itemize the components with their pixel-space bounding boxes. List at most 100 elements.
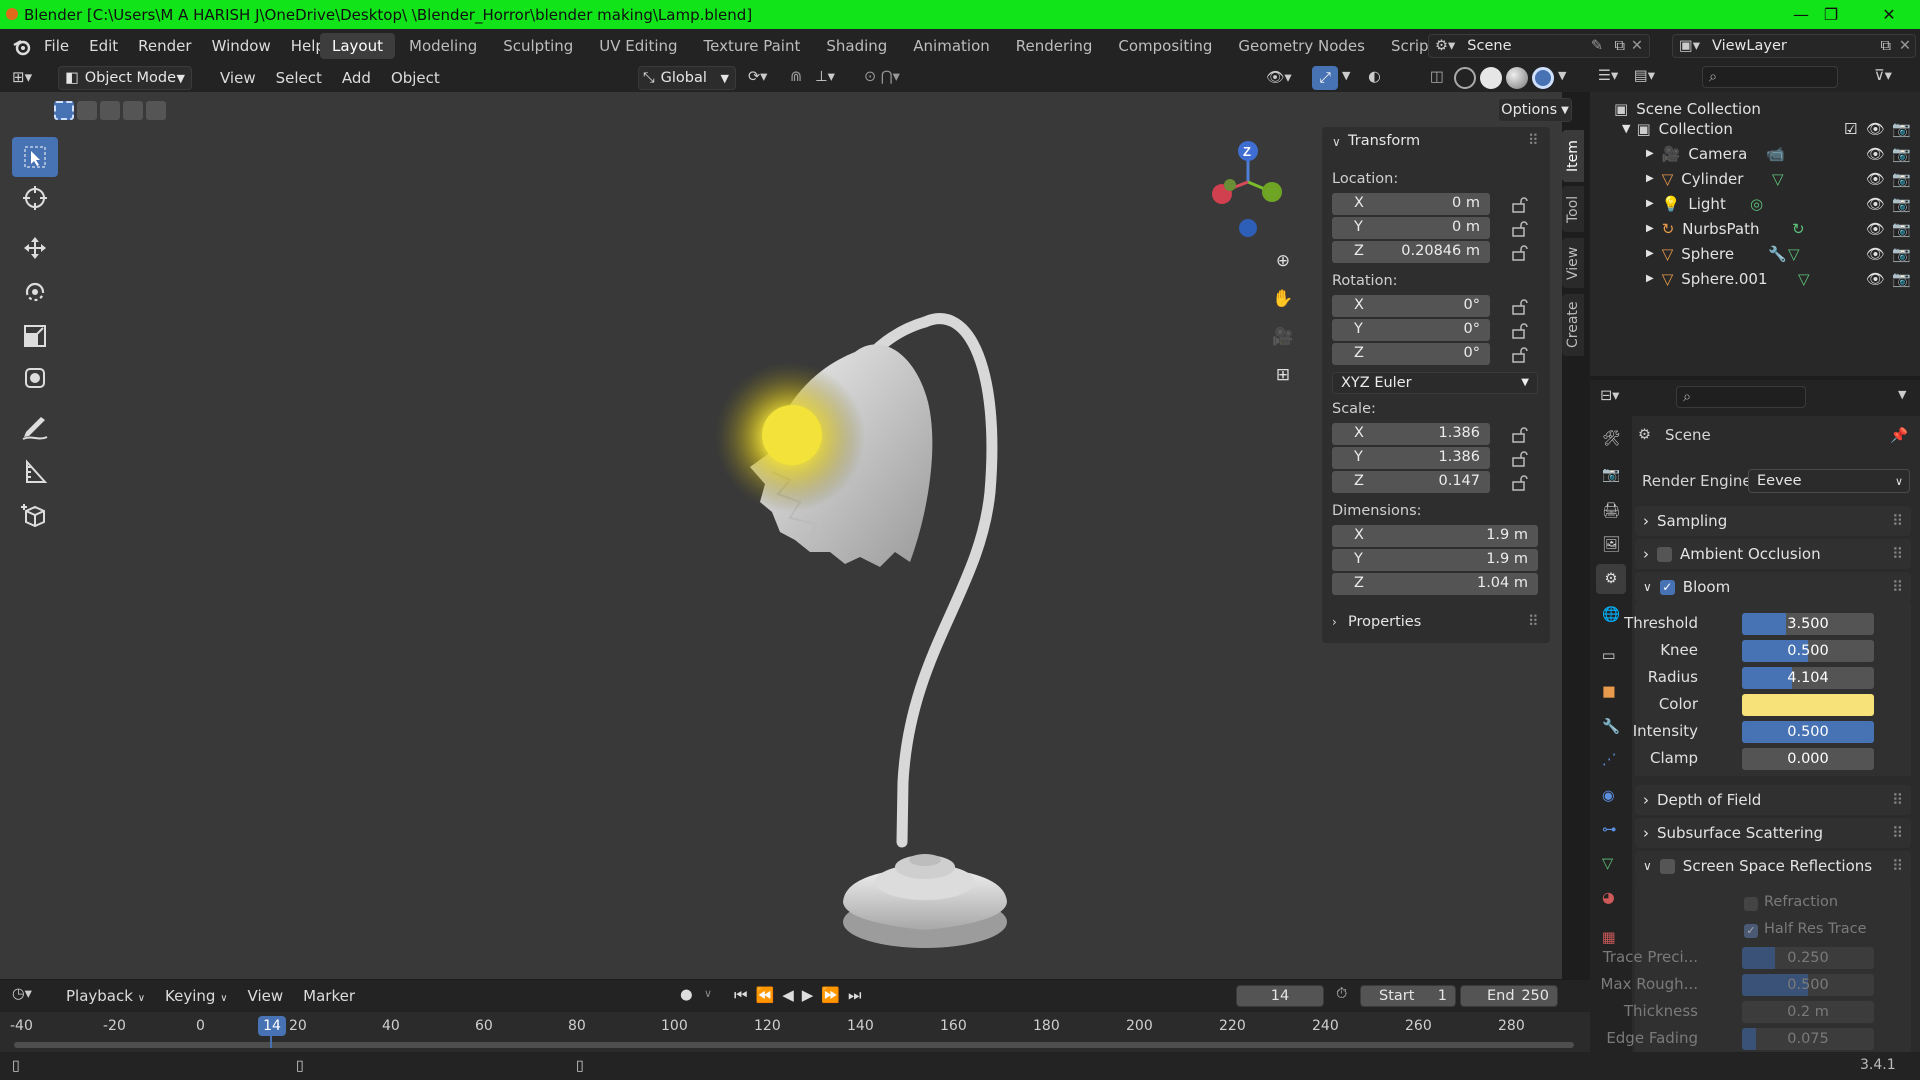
camera-render-icon[interactable]: 📷 [1892,245,1911,263]
start-frame-field[interactable]: Start 1 [1360,985,1456,1007]
data-tab-icon[interactable]: ▽ [1602,856,1613,872]
tab-uv-editing[interactable]: UV Editing [587,33,689,59]
expand-icon[interactable]: ▶ [1646,248,1654,259]
transform-tool[interactable] [12,358,58,398]
eye-icon[interactable]: 👁 [1866,120,1885,138]
scale-tool[interactable] [12,316,58,356]
menu-render[interactable]: Render [128,29,201,64]
filter-icon[interactable]: ⊽▾ [1874,68,1892,84]
threshold-slider[interactable]: 3.500 [1742,613,1874,635]
material-tab-icon[interactable]: ◕ [1602,890,1615,906]
select-subtract-icon[interactable] [100,101,120,120]
chevron-right-icon[interactable]: › [1332,615,1337,629]
drag-handle-icon[interactable]: ⠿ [1892,824,1903,842]
bloom-panel-header[interactable]: ∨ ✓ Bloom ⠿ [1635,572,1911,602]
select-extend-icon[interactable] [77,101,97,120]
tab-animation[interactable]: Animation [901,33,1001,59]
cursor-tool[interactable] [12,178,58,218]
blender-menu-icon[interactable] [12,37,32,57]
camera-render-icon[interactable]: 📷 [1892,220,1911,238]
camera-view-icon[interactable]: 🎥 [1268,322,1298,352]
transform-panel-title[interactable]: Transform [1348,133,1420,149]
tab-layout[interactable]: Layout [320,33,395,59]
drag-handle-icon[interactable]: ⠿ [1892,791,1903,809]
lamp-model[interactable] [640,222,1040,962]
intensity-slider[interactable]: 0.500 [1742,721,1874,743]
bloom-checkbox[interactable]: ✓ [1659,579,1675,595]
zoom-icon[interactable]: ⊕ [1268,246,1298,276]
drag-handle-icon[interactable]: ⠿ [1892,578,1903,596]
rotation-y-field[interactable]: Y 0° [1332,319,1490,341]
sampling-panel-header[interactable]: › Sampling ⠿ [1635,506,1911,536]
lock-icon[interactable] [1512,221,1530,237]
rendered-shading-icon[interactable] [1532,67,1554,89]
render-engine-dropdown[interactable]: Eevee ∨ [1748,469,1910,493]
camera-render-icon[interactable]: 📷 [1892,195,1911,213]
editor-type-icon[interactable]: ☰▾ [1598,68,1618,84]
chevron-down-icon[interactable]: ▼ [1558,69,1566,82]
lock-icon[interactable] [1512,323,1530,339]
annotate-tool[interactable] [12,408,58,448]
tab-view[interactable]: View [1562,238,1584,288]
refraction-checkbox[interactable] [1744,897,1758,911]
lock-icon[interactable] [1512,451,1530,467]
measure-tool[interactable] [12,452,58,492]
ambient-occlusion-panel-header[interactable]: › Ambient Occlusion ⠿ [1635,539,1911,569]
close-button[interactable]: ✕ [1860,0,1918,29]
menu-add[interactable]: Add [332,64,381,92]
rotation-z-field[interactable]: Z 0° [1332,343,1490,365]
tab-geometry-nodes[interactable]: Geometry Nodes [1226,33,1377,59]
add-cube-tool[interactable] [12,496,58,536]
menu-timeline-view[interactable]: View [238,980,294,1015]
select-intersect-icon[interactable] [146,101,166,120]
mesh-data-icon[interactable]: ▽ [1772,170,1784,188]
expand-icon[interactable]: ▶ [1646,198,1654,209]
play-icon[interactable]: ▶ [802,986,814,1004]
select-invert-icon[interactable] [123,101,143,120]
ssr-panel-header[interactable]: ∨ Screen Space Reflections ⠿ [1635,851,1911,881]
menu-view[interactable]: View [210,64,266,92]
move-tool[interactable] [12,228,58,268]
chevron-down-icon[interactable]: ▼ [1898,388,1906,401]
lock-icon[interactable] [1512,347,1530,363]
pan-hand-icon[interactable]: ✋ [1268,284,1298,314]
new-scene-icon[interactable]: ⧉ [1615,38,1625,54]
outliner-collection[interactable]: ▼ ▣ Collection ☑ 👁 📷 [1590,116,1920,141]
expand-icon[interactable]: ▶ [1646,273,1654,284]
outliner-item-sphere-001[interactable]: ▶ ▽ Sphere.001 ▽ 👁 📷 [1590,266,1920,291]
viewlayer-selector[interactable]: ▣▾ ViewLayer ⧉ ✕ [1672,34,1916,58]
menu-window[interactable]: Window [202,29,281,64]
rotation-x-field[interactable]: X 0° [1332,295,1490,317]
overlays-icon[interactable]: ◐ [1368,69,1381,85]
eye-icon[interactable]: 👁 [1866,195,1885,213]
options-dropdown[interactable]: Options ▼ [1498,98,1572,122]
tab-texture-paint[interactable]: Texture Paint [692,33,813,59]
ambient-occlusion-checkbox[interactable] [1657,546,1672,562]
editor-type-icon[interactable]: ⊟▾ [1600,388,1619,404]
tab-sculpting[interactable]: Sculpting [491,33,585,59]
display-mode-icon[interactable]: ▤▾ [1634,68,1655,84]
perspective-toggle-icon[interactable]: ⊞ [1268,360,1298,390]
menu-object[interactable]: Object [381,64,450,92]
solid-shading-icon[interactable] [1480,67,1502,89]
mesh-data-icon[interactable]: ▽ [1798,270,1810,288]
editor-type-icon[interactable]: ◷▾ [12,986,32,1002]
menu-marker[interactable]: Marker [293,980,365,1015]
current-frame-field[interactable]: 14 [1236,985,1324,1007]
outliner-item-cylinder[interactable]: ▶ ▽ Cylinder ▽ 👁 📷 [1590,166,1920,191]
lock-icon[interactable] [1512,197,1530,213]
snap-target-icon[interactable]: ⊥▾ [815,69,835,85]
modifier-wrench-icon[interactable]: 🔧 [1768,245,1787,263]
scale-y-field[interactable]: Y 1.386 [1332,447,1490,469]
tab-create[interactable]: Create [1562,294,1584,356]
bloom-color-swatch[interactable] [1742,694,1874,716]
outliner-item-camera[interactable]: ▶ 🎥 Camera 📹 👁 📷 [1590,141,1920,166]
outliner-search-input[interactable]: ⌕ [1702,66,1838,88]
play-reverse-icon[interactable]: ◀ [782,986,794,1004]
snap-icon[interactable]: ⋒ [790,69,802,85]
drag-handle-icon[interactable]: ⠿ [1528,614,1539,630]
select-new-icon[interactable] [54,101,74,120]
camera-render-icon[interactable]: 📷 [1892,145,1911,163]
eye-icon[interactable]: 👁 [1866,245,1885,263]
location-z-field[interactable]: Z 0.20846 m [1332,241,1490,263]
